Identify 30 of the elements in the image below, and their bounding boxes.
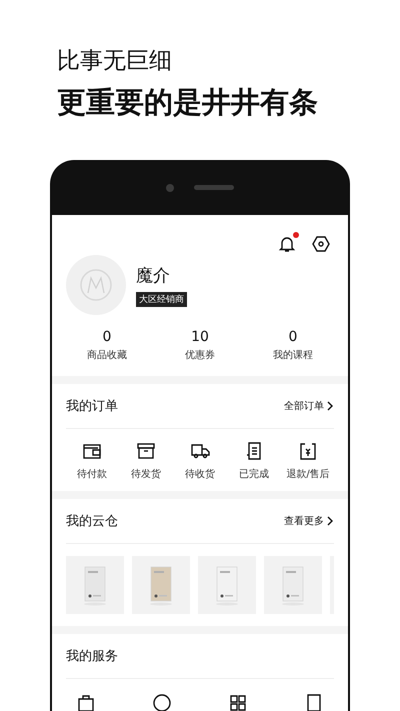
order-status-label[interactable]: 待付款 <box>77 467 107 481</box>
section-title: 我的云仓 <box>66 513 118 530</box>
all-orders-link[interactable]: 全部订单 <box>284 399 334 413</box>
view-more-link[interactable]: 查看更多 <box>284 514 334 528</box>
chevron-icon <box>327 401 334 411</box>
stat-label: 我的课程 <box>273 348 313 362</box>
speaker-icon <box>194 185 234 190</box>
section-title: 我的订单 <box>66 398 118 415</box>
settings-icon[interactable] <box>312 235 330 253</box>
section-title: 我的服务 <box>66 648 118 665</box>
stat-label: 商品收藏 <box>87 348 127 362</box>
bag-icon[interactable] <box>76 693 96 711</box>
headline: 更重要的是井井有条 <box>57 84 319 120</box>
camera-icon <box>166 184 174 192</box>
box-icon <box>136 441 156 461</box>
refund-icon <box>298 441 318 461</box>
order-status-label[interactable]: 待收货 <box>185 467 215 481</box>
chevron-icon <box>327 516 334 526</box>
stat-value: 0 <box>102 329 112 345</box>
bell-icon[interactable] <box>278 235 296 253</box>
role-badge: 大区经销商 <box>136 292 187 306</box>
stat-value: 10 <box>191 329 209 345</box>
stat-label: 优惠券 <box>185 348 215 362</box>
order-status-label[interactable]: 待发货 <box>131 467 161 481</box>
user-name: 魔介 <box>136 264 170 286</box>
grid-icon[interactable] <box>228 693 248 711</box>
order-status-label[interactable]: 已完成 <box>239 467 269 481</box>
headline: 比事无巨细 <box>57 47 173 76</box>
stat-value: 0 <box>288 329 298 345</box>
order-status-label[interactable]: 退款/售后 <box>286 467 330 481</box>
